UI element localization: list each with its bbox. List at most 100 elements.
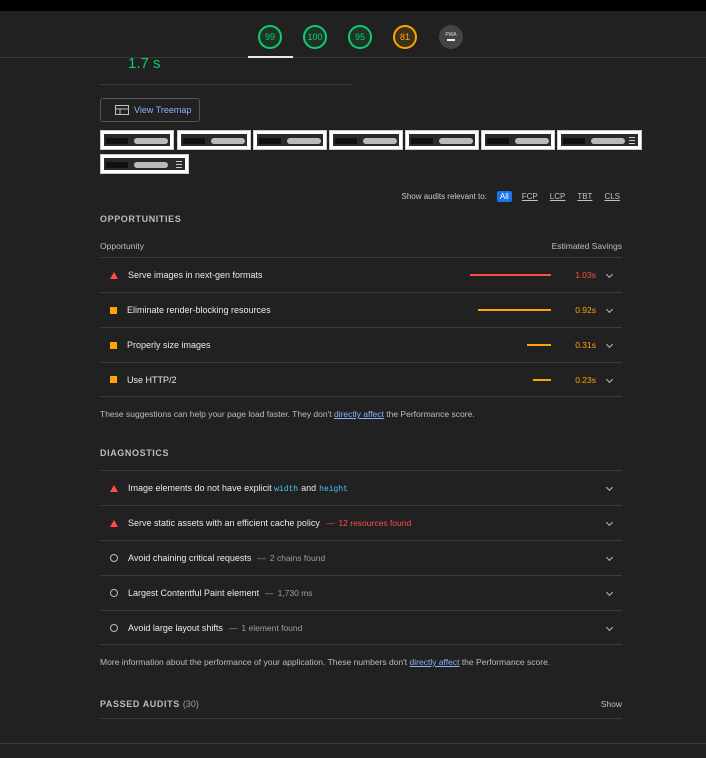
savings-bar	[533, 379, 551, 381]
savings-value: 1.03s	[575, 270, 596, 280]
gauge-accessibility[interactable]: 100	[303, 25, 327, 49]
pwa-dash-icon	[447, 39, 455, 41]
filter-label: Show audits relevant to:	[401, 191, 487, 201]
chevron-down-icon[interactable]	[605, 518, 614, 527]
diagnostic-row[interactable]: Avoid chaining critical requests —2 chai…	[100, 540, 622, 575]
average-square-icon	[110, 306, 117, 314]
passed-audits-title: PASSED AUDITS (30)	[100, 699, 199, 709]
audit-detail: —1,730 ms	[265, 588, 313, 598]
directly-affect-link[interactable]: directly affect	[334, 409, 384, 419]
metric-divider	[100, 84, 353, 85]
audit-detail: —1 element found	[228, 622, 303, 633]
filter-chip-all[interactable]: All	[496, 190, 512, 202]
gauge-seo[interactable]: 81	[393, 25, 417, 49]
filter-chip-fcp[interactable]: FCP	[520, 191, 540, 202]
audit-title-and: and	[301, 482, 317, 493]
opportunity-row[interactable]: Eliminate render-blocking resources 0.92…	[100, 292, 622, 327]
chevron-down-icon[interactable]	[605, 483, 614, 492]
note-text: These suggestions can help your page loa…	[100, 409, 334, 419]
average-square-icon	[110, 376, 117, 383]
audit-detail: —2 chains found	[257, 553, 326, 563]
code-height: height	[319, 484, 348, 494]
code-width: width	[274, 484, 299, 494]
opportunities-list: Serve images in next-gen formats 1.03s E…	[100, 257, 622, 397]
metric-value: 1.7 s	[128, 55, 161, 72]
savings-value: 0.92s	[575, 305, 596, 315]
audit-detail-text: 1,730 ms	[277, 588, 313, 598]
opportunities-note: These suggestions can help your page loa…	[100, 409, 475, 419]
filmstrip-frame	[405, 130, 479, 150]
gauge-score: 81	[399, 32, 410, 42]
filter-chip-lcp[interactable]: LCP	[548, 191, 568, 202]
filmstrip-frame	[557, 130, 642, 150]
chevron-down-icon[interactable]	[605, 270, 614, 279]
show-passed-button[interactable]: Show	[601, 699, 622, 709]
gauge-score: 100	[307, 32, 323, 42]
filter-chip-cls[interactable]: CLS	[602, 191, 622, 202]
treemap-icon	[115, 105, 129, 115]
audit-detail-text: 2 chains found	[269, 553, 326, 563]
passed-audits-label: PASSED AUDITS	[100, 698, 180, 709]
chevron-down-icon[interactable]	[605, 553, 614, 562]
info-circle-icon	[110, 623, 118, 632]
savings-bar	[527, 344, 551, 346]
opportunity-row[interactable]: Use HTTP/2 0.23s	[100, 362, 622, 397]
gauge-performance[interactable]: 99	[258, 25, 282, 49]
opportunity-row[interactable]: Properly size images 0.31s	[100, 327, 622, 362]
passed-audits-header[interactable]: PASSED AUDITS (30) Show	[100, 693, 622, 719]
audit-detail: —12 resources found	[325, 518, 412, 528]
opportunity-column-header: Opportunity	[100, 241, 144, 251]
audit-title: Avoid chaining critical requests	[128, 553, 252, 563]
fail-triangle-icon	[110, 519, 118, 527]
chevron-down-icon[interactable]	[605, 305, 614, 314]
directly-affect-link[interactable]: directly affect	[410, 657, 460, 667]
audit-title: Properly size images	[127, 340, 211, 350]
score-gauge-bar: 99 100 95 81 PWA	[0, 11, 706, 58]
savings-bar	[470, 274, 551, 276]
opportunities-title: OPPORTUNITIES	[100, 214, 182, 224]
gauge-score: 99	[264, 32, 275, 42]
diagnostics-title: DIAGNOSTICS	[100, 448, 170, 458]
savings-value: 0.23s	[575, 375, 596, 385]
gauge-best-practices[interactable]: 95	[348, 25, 372, 49]
note-text: the Performance score.	[383, 409, 475, 419]
filmstrip-frame	[100, 154, 189, 174]
diagnostics-note: More information about the performance o…	[100, 657, 550, 667]
note-text: More information about the performance o…	[100, 657, 410, 667]
diagnostics-list: Image elements do not have explicit widt…	[100, 470, 622, 645]
audit-title: Avoid large layout shifts	[128, 622, 223, 633]
passed-audits-count: (30)	[182, 698, 199, 709]
filmstrip-frame	[253, 130, 327, 150]
pwa-label: PWA	[445, 32, 457, 38]
chevron-down-icon[interactable]	[605, 340, 614, 349]
audit-detail-text: 1 element found	[241, 622, 303, 633]
opportunity-row[interactable]: Serve images in next-gen formats 1.03s	[100, 257, 622, 292]
audit-title-text: Image elements do not have explicit	[128, 482, 275, 493]
average-square-icon	[110, 341, 117, 349]
info-circle-icon	[110, 589, 118, 597]
view-treemap-label: View Treemap	[134, 105, 192, 115]
filmstrip-frame	[177, 130, 251, 150]
diagnostic-row[interactable]: Largest Contentful Paint element —1,730 …	[100, 575, 622, 610]
audit-title: Largest Contentful Paint element	[128, 588, 260, 598]
audit-detail-text: 12 resources found	[338, 518, 412, 528]
diagnostic-row[interactable]: Image elements do not have explicit widt…	[100, 470, 622, 505]
report-frame: 99 100 95 81 PWA 1.7 s View Treemap Show…	[0, 0, 706, 758]
chevron-down-icon[interactable]	[605, 623, 614, 632]
diagnostic-row[interactable]: Serve static assets with an efficient ca…	[100, 505, 622, 540]
savings-value: 0.31s	[575, 340, 596, 350]
audit-filter: Show audits relevant to: All FCP LCP TBT…	[0, 190, 622, 202]
chevron-down-icon[interactable]	[605, 588, 614, 597]
diagnostic-row[interactable]: Avoid large layout shifts —1 element fou…	[100, 610, 622, 645]
audit-title: Serve images in next-gen formats	[128, 270, 263, 280]
chevron-down-icon[interactable]	[605, 375, 614, 384]
filter-chip-tbt[interactable]: TBT	[575, 191, 594, 202]
filmstrip-frame	[481, 130, 555, 150]
fail-triangle-icon	[110, 484, 118, 492]
savings-bar	[478, 309, 551, 311]
fail-triangle-icon	[110, 271, 118, 279]
audit-title: Serve static assets with an efficient ca…	[128, 518, 320, 528]
note-text: the Performance score.	[459, 657, 551, 667]
view-treemap-button[interactable]: View Treemap	[100, 98, 200, 122]
gauge-pwa[interactable]: PWA	[439, 25, 463, 49]
